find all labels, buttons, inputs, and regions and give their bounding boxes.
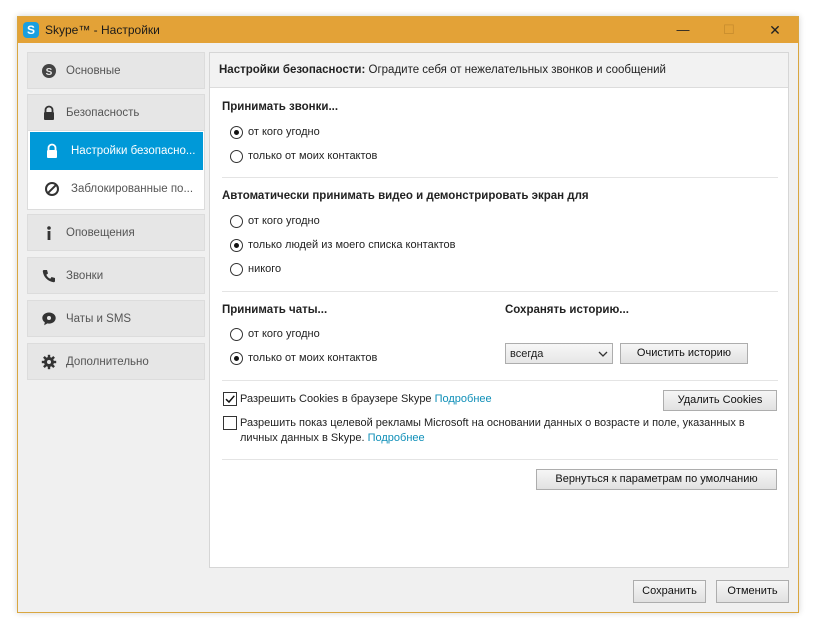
radio-button[interactable]: [230, 239, 243, 252]
divider: [222, 459, 778, 460]
ads-label-line2: личных данных в Skype.: [240, 432, 368, 444]
security-subgroup: Настройки безопасно... Заблокированные п…: [27, 130, 205, 210]
svg-text:S: S: [46, 67, 53, 78]
chats-section-title: Принимать чаты...: [222, 304, 328, 316]
block-icon: [44, 181, 60, 197]
history-select[interactable]: всегда: [505, 343, 613, 364]
clear-history-button[interactable]: Очистить историю: [620, 343, 748, 364]
radio-button[interactable]: [230, 263, 243, 276]
minimize-button[interactable]: —: [660, 17, 706, 43]
calls-section-title: Принимать звонки...: [222, 101, 339, 113]
sidebar-item-advanced[interactable]: Дополнительно: [27, 343, 205, 380]
cookies-label: Разрешить Cookies в браузере Skype: [240, 393, 435, 405]
divider: [222, 291, 778, 292]
option-label: никого: [248, 263, 282, 275]
cookies-more-link[interactable]: Подробнее: [435, 393, 492, 405]
save-button[interactable]: Сохранить: [633, 580, 706, 603]
radio-button[interactable]: [230, 328, 243, 341]
sidebar-item-label: Звонки: [66, 270, 104, 282]
radio-button[interactable]: [230, 150, 243, 163]
sidebar-item-label: Дополнительно: [66, 356, 149, 368]
panel-header: Настройки безопасности: Оградите себя от…: [210, 53, 788, 88]
cookies-label-line: Разрешить Cookies в браузере Skype Подро…: [240, 392, 492, 407]
history-select-value: всегда: [510, 348, 544, 360]
sidebar-subitem-label: Заблокированные по...: [71, 183, 194, 195]
sidebar-item-security[interactable]: Безопасность: [27, 94, 205, 131]
ads-label-line1: Разрешить показ целевой рекламы Microsof…: [240, 417, 745, 429]
panel-header-bold: Настройки безопасности:: [219, 64, 366, 76]
skype-icon: S: [41, 63, 57, 79]
close-button[interactable]: ✕: [752, 17, 798, 43]
sidebar-item-chats-sms[interactable]: Чаты и SMS: [27, 300, 205, 337]
sidebar-item-calls[interactable]: Звонки: [27, 257, 205, 294]
divider: [222, 177, 778, 178]
option-label: только людей из моего списка контактов: [248, 239, 456, 251]
option-label: от кого угодно: [248, 328, 320, 340]
settings-window: S Skype™ - Настройки — ☐ ✕ S Основные Бе…: [17, 16, 799, 613]
option-label: только от моих контактов: [248, 150, 378, 162]
radio-button[interactable]: [230, 215, 243, 228]
sidebar-item-label: Основные: [66, 65, 121, 77]
sidebar-item-notifications[interactable]: Оповещения: [27, 214, 205, 251]
option-label: только от моих контактов: [248, 352, 378, 364]
sidebar-subitem-security-settings[interactable]: Настройки безопасно...: [30, 132, 203, 170]
history-section-title: Сохранять историю...: [505, 304, 629, 316]
radio-button[interactable]: [230, 126, 243, 139]
lock-icon: [41, 105, 57, 121]
cookies-checkbox[interactable]: [223, 392, 237, 406]
option-label: от кого угодно: [248, 215, 320, 227]
reset-defaults-button[interactable]: Вернуться к параметрам по умолчанию: [536, 469, 777, 490]
ads-more-link[interactable]: Подробнее: [368, 432, 425, 444]
sidebar-item-label: Оповещения: [66, 227, 135, 239]
panel-header-text: Настройки безопасности: Оградите себя от…: [219, 64, 666, 76]
chevron-down-icon: [596, 347, 610, 361]
sidebar-item-label: Безопасность: [66, 107, 140, 119]
title-bar[interactable]: S Skype™ - Настройки — ☐ ✕: [18, 17, 798, 43]
info-icon: [41, 225, 57, 241]
sidebar-item-label: Чаты и SMS: [66, 313, 132, 325]
sidebar-item-general[interactable]: S Основные: [27, 52, 205, 89]
divider: [222, 380, 778, 381]
settings-panel: Настройки безопасности: Оградите себя от…: [209, 52, 789, 568]
window-title: Skype™ - Настройки: [45, 23, 160, 37]
sidebar-subitem-blocked-users[interactable]: Заблокированные по...: [30, 170, 203, 208]
chat-icon: [41, 311, 57, 327]
targeted-ads-checkbox[interactable]: [223, 416, 237, 430]
delete-cookies-button[interactable]: Удалить Cookies: [663, 390, 777, 411]
radio-button[interactable]: [230, 352, 243, 365]
maximize-button[interactable]: ☐: [706, 17, 752, 43]
gear-icon: [41, 354, 57, 370]
phone-icon: [41, 268, 57, 284]
video-section-title: Автоматически принимать видео и демонстр…: [222, 190, 589, 202]
cancel-button[interactable]: Отменить: [716, 580, 789, 603]
skype-app-icon: S: [23, 22, 39, 38]
sidebar-subitem-label: Настройки безопасно...: [71, 145, 196, 157]
ads-label-line2-wrap: личных данных в Skype. Подробнее: [240, 431, 425, 446]
lock-icon: [44, 143, 60, 159]
panel-header-description: Оградите себя от нежелательных звонков и…: [365, 64, 666, 76]
option-label: от кого угодно: [248, 126, 320, 138]
